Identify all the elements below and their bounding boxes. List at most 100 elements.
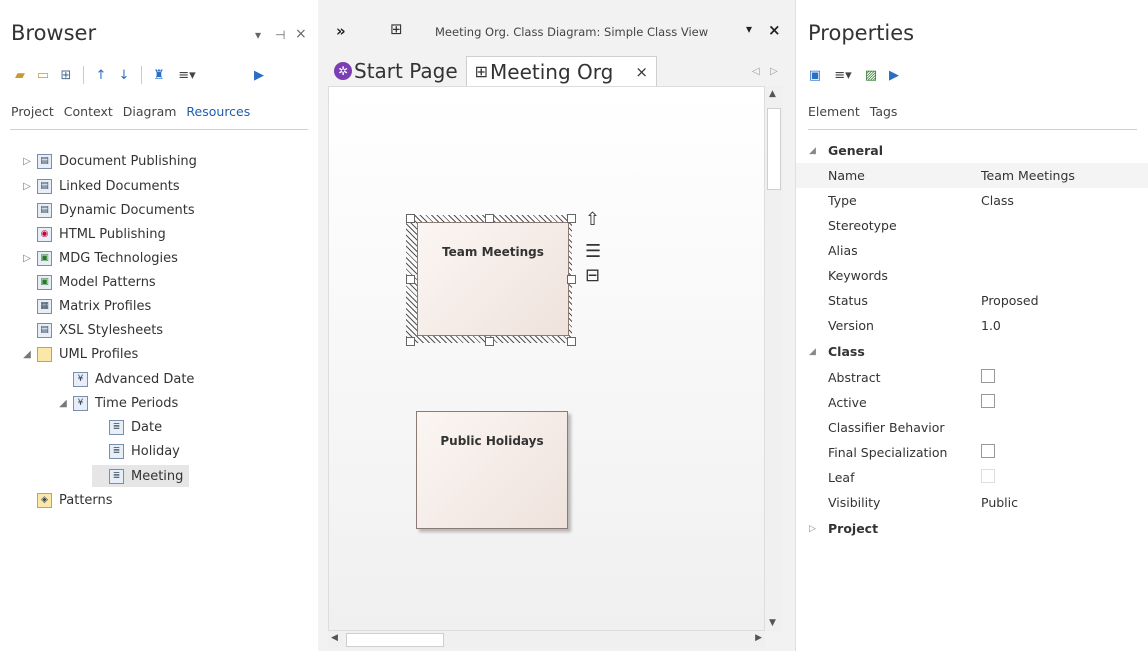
- horizontal-scroll-thumb[interactable]: [346, 633, 444, 647]
- collapse-icon[interactable]: ◢: [20, 349, 34, 360]
- expand-icon[interactable]: ▷: [20, 253, 34, 264]
- leaf-checkbox[interactable]: [981, 469, 995, 483]
- diagram-canvas[interactable]: Team Meetings ⇧ ☰ ⊟ Public Holidays: [328, 86, 765, 631]
- tab-diagram[interactable]: Diagram: [123, 104, 177, 119]
- active-checkbox[interactable]: [981, 394, 995, 408]
- property-row-type[interactable]: Type Class: [796, 188, 1148, 213]
- menu-icon[interactable]: ≡▾: [173, 66, 201, 84]
- quick-linker-arrow-icon[interactable]: ⇧: [585, 209, 600, 230]
- section-project[interactable]: ▷ Project: [796, 516, 1148, 541]
- section-general[interactable]: ◢ General: [796, 138, 1148, 163]
- property-row-leaf[interactable]: Leaf: [796, 465, 1148, 490]
- tree-item-time-periods[interactable]: ◢ ¥ Time Periods: [56, 392, 178, 414]
- expand-icon[interactable]: ▷: [20, 156, 34, 167]
- new-package-icon[interactable]: ▰: [11, 66, 29, 84]
- scroll-right-icon[interactable]: ▶: [755, 633, 762, 643]
- tree-item-document-publishing[interactable]: ▷ ▤ Document Publishing: [20, 150, 197, 172]
- property-row-active[interactable]: Active: [796, 390, 1148, 415]
- resize-handle[interactable]: [567, 214, 576, 223]
- expand-arrow-icon[interactable]: ▶: [885, 66, 903, 84]
- image-icon[interactable]: ▨: [862, 66, 880, 84]
- property-value[interactable]: Proposed: [981, 293, 1039, 308]
- class-team-meetings[interactable]: Team Meetings: [417, 222, 569, 336]
- property-value[interactable]: 1.0: [981, 318, 1001, 333]
- tree-item-mdg-technologies[interactable]: ▷ ▣ MDG Technologies: [20, 247, 178, 269]
- tree-item-meeting[interactable]: ≣ Meeting: [92, 465, 190, 487]
- tree-item-matrix-profiles[interactable]: ▦ Matrix Profiles: [20, 295, 151, 317]
- menu-icon[interactable]: ≡▾: [829, 66, 857, 84]
- property-key: Stereotype: [828, 218, 897, 233]
- resize-handle[interactable]: [485, 214, 494, 223]
- scroll-up-icon[interactable]: ▲: [769, 89, 776, 99]
- tab-context[interactable]: Context: [64, 104, 113, 119]
- resize-handle[interactable]: [406, 337, 415, 346]
- tab-tags[interactable]: Tags: [870, 104, 898, 119]
- tab-meeting-org[interactable]: ⊞ Meeting Org ×: [465, 56, 657, 86]
- resize-handle[interactable]: [567, 337, 576, 346]
- property-value[interactable]: Team Meetings: [981, 168, 1075, 183]
- new-diagram-icon[interactable]: ⊞: [57, 66, 75, 84]
- collapse-icon[interactable]: ◢: [809, 347, 816, 357]
- property-row-abstract[interactable]: Abstract: [796, 365, 1148, 390]
- expand-arrow-icon[interactable]: ▶: [250, 66, 268, 84]
- section-class[interactable]: ◢ Class: [796, 339, 1148, 364]
- tree-item-html-publishing[interactable]: ◉ HTML Publishing: [20, 223, 166, 245]
- property-row-status[interactable]: Status Proposed: [796, 288, 1148, 313]
- close-diagram-icon[interactable]: ×: [768, 21, 781, 39]
- property-row-name[interactable]: Name Team Meetings: [796, 163, 1148, 188]
- tab-resources[interactable]: Resources: [186, 104, 250, 119]
- overflow-tabs-icon[interactable]: »: [336, 22, 346, 40]
- horizontal-scrollbar[interactable]: ◀ ▶: [328, 630, 765, 649]
- move-up-icon[interactable]: ↑: [92, 66, 110, 84]
- dropdown-icon[interactable]: ▾: [746, 22, 752, 36]
- new-folder-icon[interactable]: ▭: [34, 66, 52, 84]
- collapse-icon[interactable]: ◢: [56, 398, 70, 409]
- expand-icon[interactable]: ▷: [20, 181, 34, 192]
- resize-handle[interactable]: [406, 275, 415, 284]
- property-row-keywords[interactable]: Keywords: [796, 263, 1148, 288]
- resize-handle[interactable]: [567, 275, 576, 284]
- tree-item-advanced-date[interactable]: ¥ Advanced Date: [56, 368, 194, 390]
- tree-item-linked-documents[interactable]: ▷ ▤ Linked Documents: [20, 175, 180, 197]
- tab-scroll-right-icon[interactable]: ▷: [770, 66, 778, 77]
- tab-scroll-left-icon[interactable]: ◁: [752, 66, 760, 77]
- tree-item-date[interactable]: ≣ Date: [92, 416, 162, 438]
- locate-icon[interactable]: ♜: [150, 66, 168, 84]
- tree-item-xsl-stylesheets[interactable]: ▤ XSL Stylesheets: [20, 319, 163, 341]
- class-public-holidays[interactable]: Public Holidays: [416, 411, 568, 529]
- move-down-icon[interactable]: ↓: [115, 66, 133, 84]
- element-properties-icon[interactable]: ☰: [585, 241, 601, 262]
- tree-item-dynamic-documents[interactable]: ▤ Dynamic Documents: [20, 199, 195, 221]
- scroll-left-icon[interactable]: ◀: [331, 633, 338, 643]
- tree-item-uml-profiles[interactable]: ◢ UML Profiles: [20, 343, 138, 365]
- tree-item-holiday[interactable]: ≣ Holiday: [92, 440, 180, 462]
- tree-item-patterns[interactable]: ◈ Patterns: [20, 489, 113, 511]
- pin-icon[interactable]: ⊣: [275, 28, 285, 42]
- property-row-visibility[interactable]: Visibility Public: [796, 490, 1148, 515]
- property-value[interactable]: Class: [981, 193, 1014, 208]
- tab-element[interactable]: Element: [808, 104, 860, 119]
- property-row-version[interactable]: Version 1.0: [796, 313, 1148, 338]
- expand-icon[interactable]: ▷: [809, 524, 816, 534]
- element-style-icon[interactable]: ⊟: [585, 265, 600, 286]
- final-specialization-checkbox[interactable]: [981, 444, 995, 458]
- scroll-down-icon[interactable]: ▼: [769, 618, 776, 628]
- vertical-scroll-thumb[interactable]: [767, 108, 781, 190]
- property-row-stereotype[interactable]: Stereotype: [796, 213, 1148, 238]
- resize-handle[interactable]: [485, 337, 494, 346]
- property-row-classifier-behavior[interactable]: Classifier Behavior: [796, 415, 1148, 440]
- panel-dropdown-icon[interactable]: ▾: [255, 28, 261, 42]
- tab-project[interactable]: Project: [11, 104, 54, 119]
- resize-handle[interactable]: [406, 214, 415, 223]
- tree-item-model-patterns[interactable]: ▣ Model Patterns: [20, 271, 156, 293]
- property-value[interactable]: Public: [981, 495, 1018, 510]
- close-icon[interactable]: ×: [295, 26, 307, 42]
- vertical-scrollbar[interactable]: ▲ ▼: [764, 86, 783, 631]
- abstract-checkbox[interactable]: [981, 369, 995, 383]
- collapse-icon[interactable]: ◢: [809, 146, 816, 156]
- property-row-final-specialization[interactable]: Final Specialization: [796, 440, 1148, 465]
- save-icon[interactable]: ▣: [806, 66, 824, 84]
- close-tab-icon[interactable]: ×: [635, 63, 648, 81]
- tab-start-page[interactable]: ✲ Start Page: [326, 56, 466, 86]
- property-row-alias[interactable]: Alias: [796, 238, 1148, 263]
